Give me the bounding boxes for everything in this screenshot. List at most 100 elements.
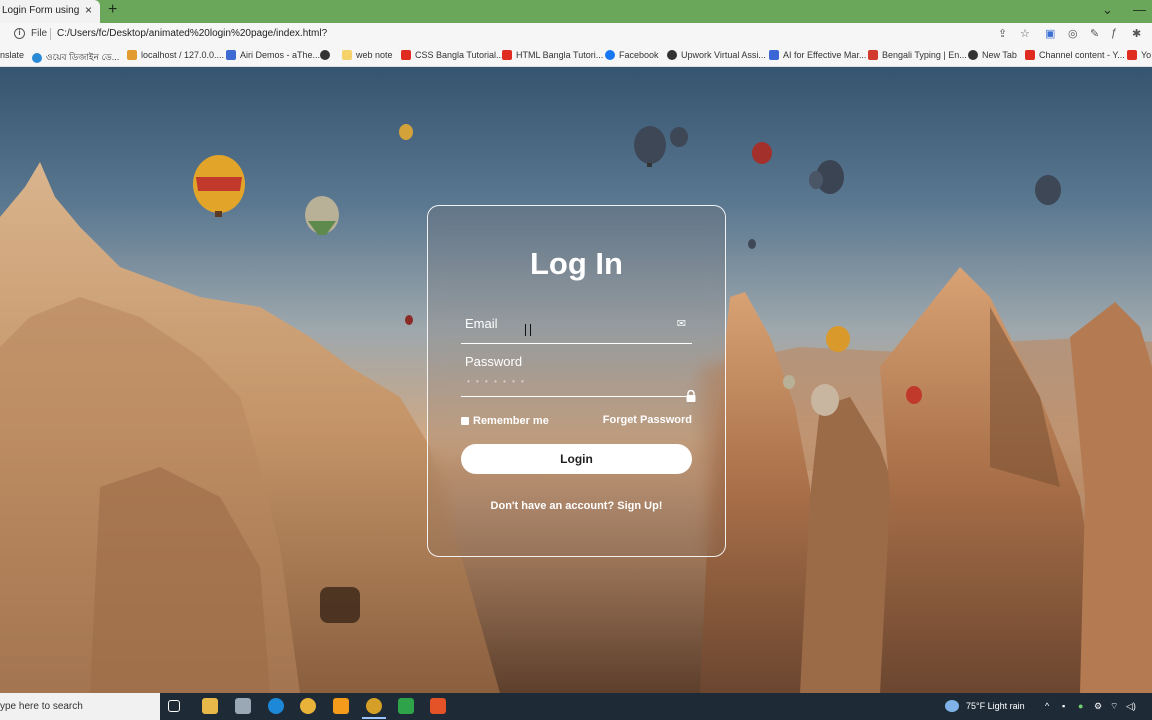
phpmyadmin-icon: [127, 50, 137, 60]
sublime-icon[interactable]: [333, 698, 349, 714]
remember-label: Remember me: [473, 415, 549, 427]
bookmark-item[interactable]: web note: [342, 50, 393, 60]
tray-chevron-icon[interactable]: ^: [1045, 701, 1049, 711]
login-card: Log In Email ✉ Password • • • • • • • Re…: [427, 205, 726, 557]
balloon: [811, 384, 839, 416]
task-view-icon[interactable]: [168, 700, 180, 712]
globe-icon: [320, 50, 330, 60]
login-title: Log In: [530, 246, 623, 281]
bookmark-item[interactable]: Airi Demos - aThe...: [226, 50, 320, 60]
share-icon[interactable]: ⇪: [998, 27, 1007, 40]
bookmark-label: ওয়েব ডিজাইন ডে...: [46, 52, 120, 62]
remember-me[interactable]: Remember me: [461, 415, 549, 427]
remember-checkbox[interactable]: [461, 417, 469, 425]
bookmark-label: Bengali Typing | En...: [882, 50, 967, 60]
tray-status-icon[interactable]: ●: [1078, 701, 1083, 711]
camtasia-icon[interactable]: [398, 698, 414, 714]
bookmark-item[interactable]: AI for Effective Mar...: [769, 50, 866, 60]
tray-app-icon[interactable]: ▪: [1062, 701, 1065, 711]
password-field-group: Password • • • • • • •: [461, 344, 696, 402]
tab-title: Login Form using HTML: [2, 5, 82, 16]
bookmark-item[interactable]: Channel content - Y...: [1025, 50, 1125, 60]
browser-tab[interactable]: Login Form using HTML ×: [0, 0, 100, 23]
background-landscape: Log In Email ✉ Password • • • • • • • Re…: [0, 67, 1152, 693]
chrome-icon[interactable]: [300, 698, 316, 714]
text-cursor-icon: [525, 324, 531, 336]
youtube-icon: [502, 50, 512, 60]
bookmark-item[interactable]: [320, 50, 334, 60]
bookmark-item[interactable]: Bengali Typing | En...: [868, 50, 967, 60]
bookmark-label: New Tab: [982, 50, 1017, 60]
bookmark-label: Facebook: [619, 50, 659, 60]
minimize-icon[interactable]: —: [1133, 2, 1146, 17]
app-icon[interactable]: [235, 698, 251, 714]
extensions-puzzle-icon[interactable]: ✱: [1132, 27, 1141, 40]
bookmark-star-icon[interactable]: ☆: [1020, 27, 1030, 40]
bookmark-label: nslate: [0, 50, 25, 60]
bookmark-item[interactable]: ওয়েব ডিজাইন ডে...: [32, 50, 119, 65]
info-icon[interactable]: i: [14, 28, 25, 39]
globe-icon: [968, 50, 978, 60]
volume-icon[interactable]: ◁): [1126, 701, 1136, 712]
bookmark-item[interactable]: Upwork Virtual Assi...: [667, 50, 766, 60]
edge-icon[interactable]: [268, 698, 284, 714]
file-explorer-icon[interactable]: [202, 698, 218, 714]
url-scheme: File: [31, 28, 48, 39]
balloon: [305, 196, 339, 235]
url-divider: [50, 28, 51, 40]
bookmark-label: Airi Demos - aThe...: [240, 50, 321, 60]
new-tab-icon[interactable]: +: [108, 1, 117, 19]
mail-icon: ✉: [676, 318, 686, 330]
airi-icon: [226, 50, 236, 60]
extension-camera-icon[interactable]: ◎: [1068, 27, 1078, 40]
balloon: [752, 142, 772, 164]
bookmark-label: HTML Bangla Tutori...: [516, 50, 604, 60]
balloon: [193, 155, 245, 217]
network-icon[interactable]: ⌔: [1110, 701, 1118, 712]
bookmark-item[interactable]: Yo: [1127, 50, 1151, 60]
bookmark-item[interactable]: nslate: [0, 50, 24, 60]
bookmark-label: web note: [356, 50, 393, 60]
bookmark-label: localhost / 127.0.0....: [141, 50, 225, 60]
balloon: [405, 315, 413, 325]
tray-settings-icon[interactable]: ⚙: [1094, 701, 1102, 712]
password-input[interactable]: [465, 374, 665, 392]
extension-pen-icon[interactable]: ✎: [1090, 27, 1099, 40]
bookmark-item[interactable]: New Tab: [968, 50, 1017, 60]
k-icon: [769, 50, 779, 60]
bookmark-item[interactable]: Facebook: [605, 50, 659, 60]
facebook-icon: [605, 50, 615, 60]
taskbar-search[interactable]: ype here to search: [0, 693, 160, 720]
weather-text[interactable]: 75°F Light rain: [966, 701, 1025, 711]
forget-password-link[interactable]: Forget Password: [603, 414, 692, 426]
login-button[interactable]: Login: [461, 444, 692, 474]
url-input[interactable]: C:/Users/fc/Desktop/animated%20login%20p…: [57, 28, 327, 39]
bookmark-label: Upwork Virtual Assi...: [681, 50, 766, 60]
recorder-icon[interactable]: [430, 698, 446, 714]
bookmark-item[interactable]: localhost / 127.0.0....: [127, 50, 224, 60]
balloon: [399, 124, 413, 140]
translate-icon[interactable]: ▣: [1045, 27, 1055, 40]
close-tab-icon[interactable]: ×: [85, 3, 92, 17]
chrome-active-icon[interactable]: [366, 698, 382, 714]
balloon: [634, 126, 666, 167]
bookmarks-bar: nslate ওয়েব ডিজাইন ডে... localhost / 12…: [0, 45, 1152, 67]
bookmark-item[interactable]: HTML Bangla Tutori...: [502, 50, 603, 60]
bookmark-label: AI for Effective Mar...: [783, 50, 867, 60]
email-input[interactable]: [465, 321, 665, 339]
balloon: [906, 386, 922, 404]
search-placeholder: ype here to search: [0, 701, 83, 712]
balloon: [1035, 175, 1061, 205]
globe-icon: [32, 52, 42, 63]
taskbar: ype here to search 75°F Light rain ^ ▪ ●…: [0, 693, 1152, 720]
youtube-icon: [401, 50, 411, 60]
balloon: [783, 375, 795, 389]
balloon: [670, 127, 688, 147]
weather-cloud-icon[interactable]: [945, 700, 959, 712]
tab-search-chevron-icon[interactable]: ⌄: [1102, 2, 1113, 18]
bookmark-label: CSS Bangla Tutorial...: [415, 50, 504, 60]
extension-fx-icon[interactable]: ƒ: [1111, 27, 1117, 39]
it-icon: [868, 50, 878, 60]
bookmark-item[interactable]: CSS Bangla Tutorial...: [401, 50, 504, 60]
sign-up-link[interactable]: Don't have an account? Sign Up!: [428, 500, 725, 512]
